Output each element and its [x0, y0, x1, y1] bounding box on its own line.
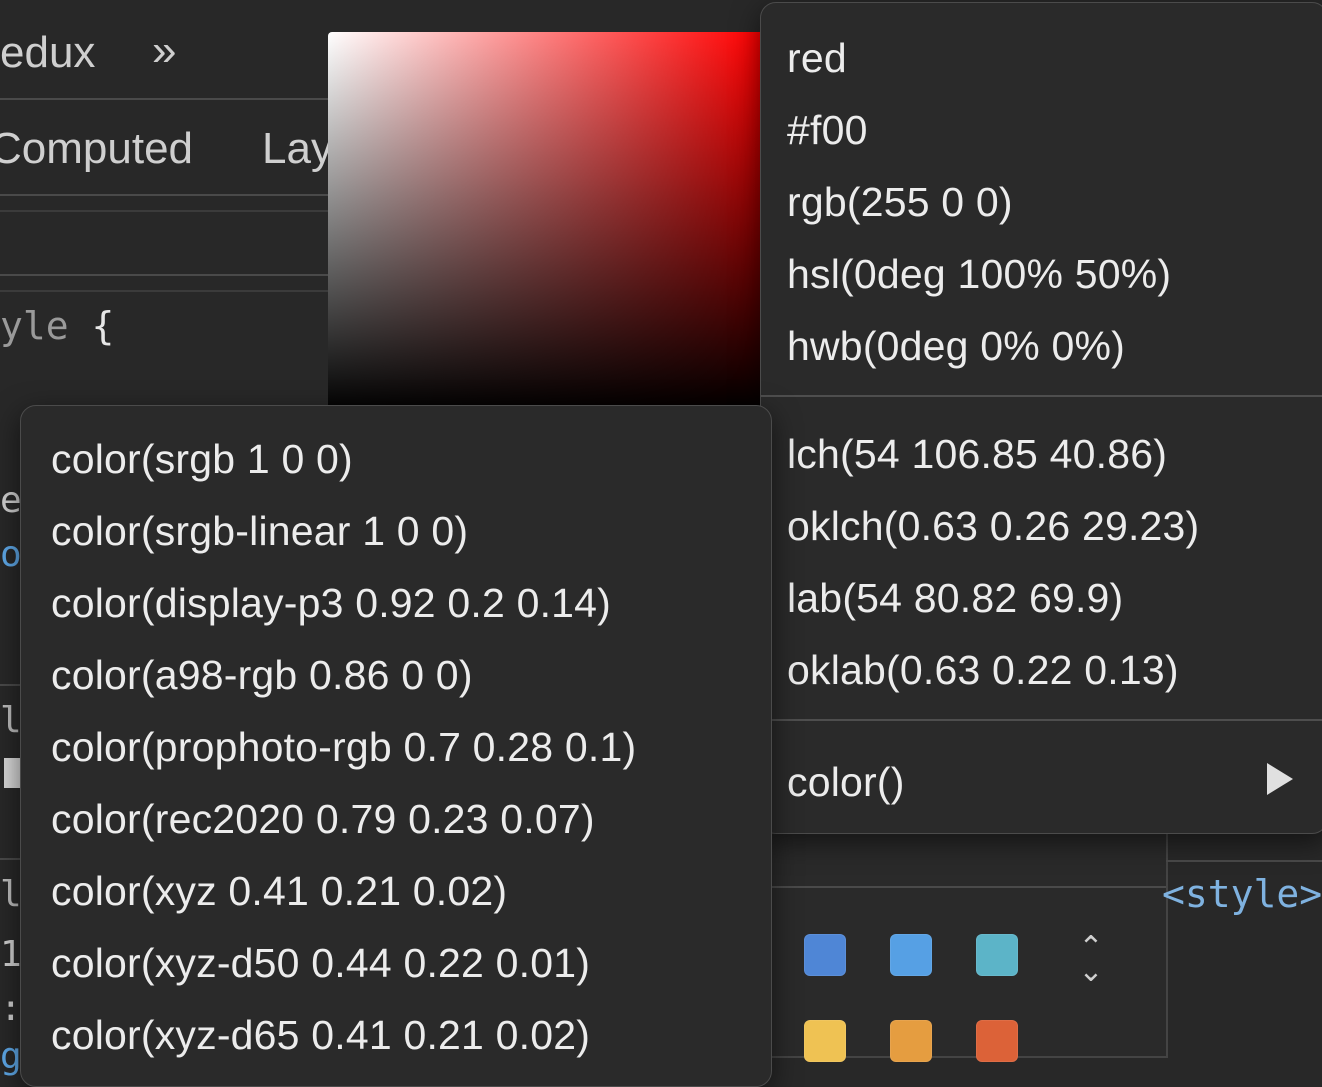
- edge-char: l: [0, 700, 22, 741]
- swatch[interactable]: [804, 1020, 846, 1062]
- edge-char: e: [0, 480, 22, 521]
- submenu-item-xyz-d50[interactable]: color(xyz-d50 0.44 0.22 0.01): [51, 940, 590, 987]
- divider: [0, 684, 20, 686]
- style-tag: <style>: [1162, 872, 1322, 916]
- edge-char: 1: [0, 934, 22, 975]
- swatch[interactable]: [976, 934, 1018, 976]
- menu-item-red[interactable]: red: [787, 35, 847, 82]
- submenu-arrow-icon: [1267, 763, 1293, 795]
- menu-item-hex[interactable]: #f00: [787, 107, 868, 154]
- submenu-item-srgb[interactable]: color(srgb 1 0 0): [51, 436, 353, 483]
- divider: [0, 98, 330, 100]
- tab-redux[interactable]: edux: [0, 28, 95, 78]
- menu-item-oklch[interactable]: oklch(0.63 0.26 29.23): [787, 503, 1199, 550]
- more-tabs-icon[interactable]: »: [152, 26, 176, 76]
- swatch[interactable]: [804, 934, 846, 976]
- checkbox-icon[interactable]: [4, 758, 20, 788]
- menu-item-label: color(): [787, 759, 905, 805]
- divider: [0, 210, 330, 212]
- divider: [0, 194, 330, 196]
- swatch[interactable]: [890, 934, 932, 976]
- open-brace: {: [91, 304, 115, 348]
- submenu-item-xyz[interactable]: color(xyz 0.41 0.21 0.02): [51, 868, 507, 915]
- divider: [1166, 860, 1322, 862]
- menu-item-hsl[interactable]: hsl(0deg 100% 50%): [787, 251, 1171, 298]
- menu-item-oklab[interactable]: oklab(0.63 0.22 0.13): [787, 647, 1179, 694]
- edge-char: o: [0, 534, 22, 575]
- submenu-item-prophoto-rgb[interactable]: color(prophoto-rgb 0.7 0.28 0.1): [51, 724, 636, 771]
- edge-char: :: [0, 988, 22, 1029]
- swatch[interactable]: [976, 1020, 1018, 1062]
- menu-separator: [761, 395, 1322, 397]
- menu-item-lch[interactable]: lch(54 106.85 40.86): [787, 431, 1167, 478]
- menu-item-hwb[interactable]: hwb(0deg 0% 0%): [787, 323, 1125, 370]
- submenu-item-display-p3[interactable]: color(display-p3 0.92 0.2 0.14): [51, 580, 611, 627]
- edge-char: l: [0, 874, 22, 915]
- submenu-item-a98-rgb[interactable]: color(a98-rgb 0.86 0 0): [51, 652, 473, 699]
- divider: [0, 290, 330, 292]
- tab-computed[interactable]: Computed: [0, 124, 193, 174]
- style-rule-selector: yle {: [0, 304, 114, 348]
- divider: [0, 274, 330, 276]
- menu-item-lab[interactable]: lab(54 80.82 69.9): [787, 575, 1123, 622]
- submenu-item-xyz-d65[interactable]: color(xyz-d65 0.41 0.21 0.02): [51, 1012, 590, 1059]
- submenu-item-rec2020[interactable]: color(rec2020 0.79 0.23 0.07): [51, 796, 595, 843]
- selector-text: yle: [0, 304, 69, 348]
- palette-stepper[interactable]: ⌃ ⌄: [1076, 933, 1106, 987]
- menu-item-rgb[interactable]: rgb(255 0 0): [787, 179, 1013, 226]
- color-function-submenu: color(srgb 1 0 0) color(srgb-linear 1 0 …: [20, 405, 772, 1087]
- tab-layout[interactable]: Lay: [262, 124, 333, 174]
- divider: [770, 886, 1166, 888]
- chevron-down-icon[interactable]: ⌄: [1076, 957, 1106, 987]
- menu-separator: [761, 719, 1322, 721]
- submenu-item-srgb-linear[interactable]: color(srgb-linear 1 0 0): [51, 508, 468, 555]
- color-palette-panel: ⌃ ⌄: [770, 830, 1168, 1062]
- color-picker-area[interactable]: [328, 32, 760, 412]
- color-format-menu: red #f00 rgb(255 0 0) hsl(0deg 100% 50%)…: [760, 2, 1322, 834]
- menu-item-color-function[interactable]: color(): [761, 733, 1322, 823]
- edge-char: g: [0, 1036, 22, 1077]
- divider: [0, 858, 20, 860]
- swatch[interactable]: [890, 1020, 932, 1062]
